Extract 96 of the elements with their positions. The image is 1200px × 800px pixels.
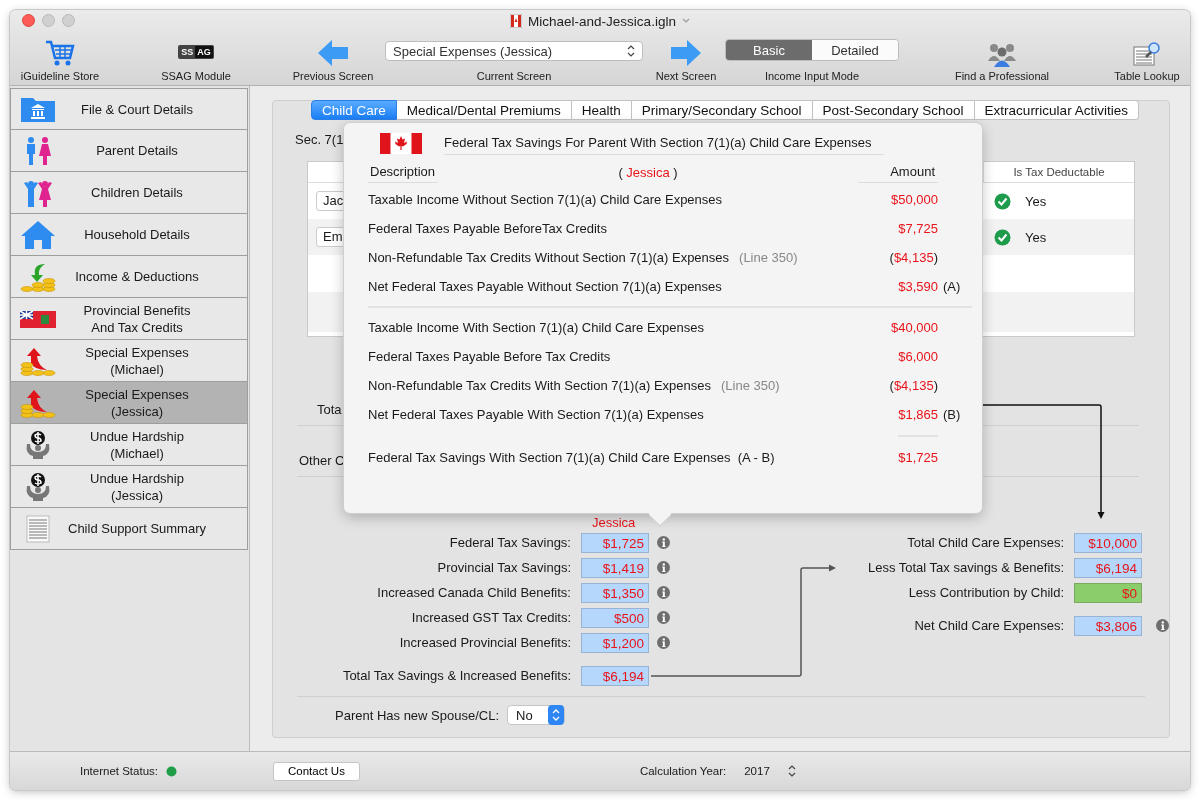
field-label: Total Child Care Expenses: — [906, 535, 1064, 550]
field-label: Less Total Tax savings & Benefits: — [866, 560, 1064, 575]
close-window-button[interactable] — [22, 14, 35, 27]
right-arrow-icon[interactable] — [670, 39, 702, 67]
row-label: Taxable Income With Section 7(1)(a) Child Care Expenses — [368, 320, 704, 335]
field-label: Provincial Tax Savings: — [436, 560, 571, 575]
left-arrow-icon[interactable] — [317, 39, 349, 67]
row-label: Federal Tax Savings With Section 7(1)(a) Child Care Expenses (A - B) — [368, 450, 775, 465]
amount: ($4,135) — [888, 250, 938, 265]
field-label: Total Tax Savings & Increased Benefits: — [341, 668, 571, 683]
table-cell: Yes — [1025, 193, 1047, 209]
field-label: Parent Has new Spouse/CL: — [335, 707, 500, 723]
amount: ($4,135) — [888, 378, 938, 393]
tab[interactable]: Post-Secondary School — [812, 100, 975, 120]
screen-select[interactable]: Special Expenses (Jessica) — [385, 41, 643, 61]
amount: $40,000 — [890, 320, 938, 335]
field-label: Federal Tax Savings: — [448, 535, 571, 550]
table-cell: Yes — [1025, 229, 1047, 245]
toolbar-label: Previous Screen — [292, 70, 374, 82]
sidebar-item[interactable]: Children Details — [10, 172, 248, 214]
coins-arrow-icon — [19, 261, 57, 292]
professionals-icon[interactable] — [986, 41, 1018, 67]
other-label: Other C — [299, 453, 345, 468]
tab[interactable]: Primary/Secondary School — [631, 100, 813, 120]
amount: $50,000 — [890, 192, 938, 207]
sidebar-item[interactable]: Parent Details — [10, 130, 248, 172]
field-label: Increased Provincial Benefits: — [398, 635, 571, 650]
row-tag: (B) — [943, 407, 961, 422]
cart-icon[interactable] — [45, 39, 75, 67]
spouse-select[interactable]: No — [507, 705, 566, 725]
field-label: Net Child Care Expenses: — [913, 618, 1064, 633]
row-label: Federal Taxes Payable Before Tax Credits — [368, 349, 611, 364]
section-label: Sec. 7(1 — [295, 132, 344, 147]
toolbar-label: Current Screen — [476, 70, 552, 82]
column-header: Description — [368, 161, 439, 183]
info-icon[interactable] — [657, 536, 670, 549]
row-label: Net Federal Taxes Payable Without Section 7(1)(a) Expenses — [368, 279, 722, 294]
ssag-badge[interactable]: SS AG — [178, 45, 214, 59]
sidebar-item[interactable]: Household Details — [10, 214, 248, 256]
info-icon[interactable] — [657, 561, 670, 574]
sidebar-item[interactable]: Income & Deductions — [10, 256, 248, 298]
info-icon[interactable] — [657, 586, 670, 599]
toolbar-label: iGuideline Store — [20, 70, 100, 82]
row-label: Taxable Income Without Section 7(1)(a) Child Care Expenses — [368, 192, 723, 207]
line-note: (Line 350) — [721, 378, 780, 393]
contact-button[interactable]: Contact Us — [273, 761, 360, 781]
sidebar-item[interactable]: Special Expenses (Jessica) — [10, 382, 248, 424]
tab[interactable]: Extracurricular Activities — [974, 100, 1139, 120]
row-label: Non-Refundable Tax Credits Without Section 7(1)(a) Expenses — [368, 250, 730, 265]
sidebar-item[interactable]: Child Support Summary — [10, 508, 248, 550]
row-label: Non-Refundable Tax Credits With Section 7(1)(a) Expenses — [368, 378, 711, 393]
party-name: ( Jessica ) — [617, 164, 679, 180]
amount: $7,725 — [897, 221, 938, 236]
amount: $3,590 — [897, 279, 938, 294]
mode-segment[interactable]: Detailed — [812, 40, 898, 60]
sidebar-item[interactable]: Special Expenses (Michael) — [10, 340, 248, 382]
popover-title: Federal Tax Savings For Parent With Section 7(1)(a) Child Care Expenses — [444, 131, 884, 155]
sidebar-item[interactable]: Undue Hardship (Michael) — [10, 424, 248, 466]
amount: $1,725 — [897, 450, 938, 465]
total-label: Tota — [317, 402, 342, 417]
line-note: (Line 350) — [739, 250, 798, 265]
sidebar-item[interactable]: Provincial Benefits And Tax Credits — [10, 298, 248, 340]
mode-segment[interactable]: Basic — [726, 40, 812, 60]
info-icon[interactable] — [657, 611, 670, 624]
stepper-icon[interactable] — [787, 765, 796, 777]
field-label: Less Contribution by Child: — [907, 585, 1064, 600]
stepper-icon[interactable] — [548, 705, 565, 725]
field-label: Increased Canada Child Benefits: — [376, 585, 571, 600]
year-value: 2017 — [744, 765, 770, 777]
row-tag: (A) — [943, 279, 961, 294]
toolbar-label: Find a Professional — [954, 70, 1050, 82]
row-label: Net Federal Taxes Payable With Section 7(1)(a) Expenses — [368, 407, 704, 422]
chevron-icon[interactable] — [681, 18, 690, 24]
flag-icon — [380, 132, 422, 154]
chevron-updown-icon — [627, 45, 635, 57]
toolbar-label: Next Screen — [655, 70, 717, 82]
house-icon — [19, 219, 57, 250]
status-label: Internet Status: — [80, 765, 158, 777]
amount: $6,000 — [897, 349, 938, 364]
info-icon[interactable] — [657, 636, 670, 649]
info-icon[interactable] — [1156, 619, 1169, 632]
row-label: Federal Taxes Payable BeforeTax Credits — [368, 221, 607, 236]
amount: $1,865 — [897, 407, 938, 422]
table-search-icon[interactable] — [1132, 41, 1162, 67]
toolbar-label: Income Input Mode — [764, 70, 860, 82]
tab[interactable]: Medical/Dental Premiums — [396, 100, 572, 120]
column-header: Amount — [858, 161, 938, 183]
sidebar-item[interactable]: File & Court Details — [10, 88, 248, 130]
window-title: Michael-and-Jessica.igln — [528, 13, 676, 29]
parent-name: Jessica — [592, 515, 636, 530]
tab[interactable]: Health — [571, 100, 632, 120]
toolbar-label: Table Lookup — [1114, 70, 1180, 82]
field-label: Increased GST Tax Credits: — [410, 610, 571, 625]
toolbar-label: SSAG Module — [161, 70, 231, 82]
sidebar-item[interactable]: Undue Hardship (Jessica) — [10, 466, 248, 508]
status-label: Calculation Year: — [639, 765, 727, 777]
